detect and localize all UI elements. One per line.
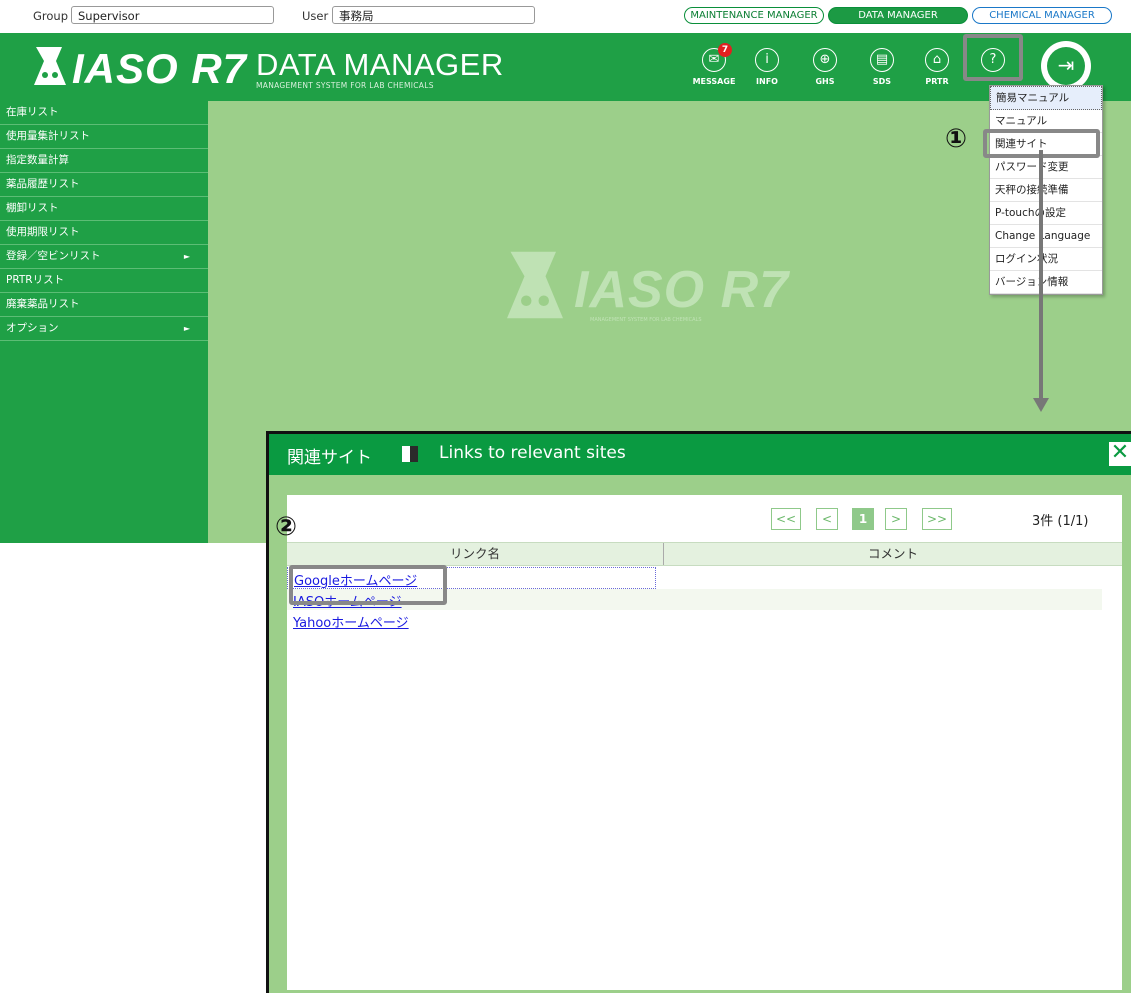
- message-button[interactable]: ✉ 7 MESSAGE: [689, 43, 739, 100]
- flask-mascot-icon: [34, 47, 66, 85]
- background-logo-subtitle: MANAGEMENT SYSTEM FOR LAB CHEMICALS: [590, 317, 702, 323]
- dialog-header: 関連サイト Links to relevant sites ✕: [269, 434, 1131, 475]
- sidebar-item-label: 使用期限リスト: [6, 226, 80, 238]
- group-field[interactable]: Supervisor: [71, 6, 274, 24]
- sidebar-item-label: 指定数量計算: [6, 154, 69, 166]
- app-logo: IASO R7: [72, 45, 248, 92]
- message-caption: MESSAGE: [692, 77, 736, 86]
- sidebar-item-label: オプション: [6, 322, 59, 334]
- pager-current-page[interactable]: 1: [852, 508, 874, 530]
- top-bar: Group Supervisor User 事務局 MAINTENANCE MA…: [0, 0, 1131, 34]
- menu-item-quick-manual[interactable]: 簡易マニュアル: [990, 86, 1102, 110]
- document-icon: ▤: [870, 48, 894, 72]
- split-square-icon: [402, 446, 418, 462]
- prtr-button[interactable]: ⌂ PRTR: [912, 48, 962, 100]
- close-icon[interactable]: ✕: [1109, 442, 1131, 466]
- sidebar-item-disposal[interactable]: 廃棄薬品リスト: [0, 293, 208, 317]
- sidebar-item-designated-quantity[interactable]: 指定数量計算: [0, 149, 208, 173]
- sidebar-item-label: PRTRリスト: [6, 274, 65, 286]
- sidebar-item-chemical-history[interactable]: 薬品履歴リスト: [0, 173, 208, 197]
- submenu-arrow-icon: ►: [183, 252, 190, 261]
- group-label: Group: [33, 9, 69, 23]
- user-label: User: [302, 9, 329, 23]
- sds-button[interactable]: ▤ SDS: [857, 48, 907, 100]
- step-2-marker: ②: [275, 512, 298, 542]
- ghs-button[interactable]: ⊕ GHS: [800, 48, 850, 100]
- maintenance-manager-button[interactable]: MAINTENANCE MANAGER: [684, 7, 824, 24]
- sidebar-item-expiry[interactable]: 使用期限リスト: [0, 221, 208, 245]
- sidebar: 在庫リスト 使用量集計リスト 指定数量計算 薬品履歴リスト 棚卸リスト 使用期限…: [0, 101, 208, 543]
- sidebar-item-inventory[interactable]: 在庫リスト: [0, 101, 208, 125]
- sidebar-item-prtr[interactable]: PRTRリスト: [0, 269, 208, 293]
- logout-button[interactable]: ⇥: [1041, 41, 1091, 91]
- sds-caption: SDS: [872, 77, 892, 86]
- sidebar-item-registration[interactable]: 登録／空ビンリスト ►: [0, 245, 208, 269]
- column-header-comment[interactable]: コメント: [664, 543, 1122, 565]
- table-header: リンク名 コメント: [287, 542, 1122, 566]
- column-header-link-name[interactable]: リンク名: [287, 543, 664, 565]
- app-name: DATA MANAGER: [256, 47, 504, 82]
- related-sites-dialog: 関連サイト Links to relevant sites ✕ << < 1 >…: [266, 431, 1131, 993]
- info-icon: i: [755, 48, 779, 72]
- google-link-highlight: [289, 565, 447, 605]
- submenu-arrow-icon: ►: [183, 324, 190, 333]
- message-badge: 7: [718, 43, 732, 57]
- globe-icon: ⊕: [813, 48, 837, 72]
- sidebar-item-label: 在庫リスト: [6, 106, 59, 118]
- sidebar-item-label: 廃棄薬品リスト: [6, 298, 80, 310]
- link-yahoo[interactable]: Yahooホームページ: [293, 612, 409, 631]
- sidebar-item-label: 登録／空ビンリスト: [6, 250, 101, 262]
- dialog-title-english: Links to relevant sites: [439, 443, 626, 463]
- info-button[interactable]: i INFO: [742, 48, 792, 100]
- pager-first-button[interactable]: <<: [771, 508, 801, 530]
- record-count: 3件 (1/1): [1032, 514, 1089, 529]
- sidebar-item-label: 棚卸リスト: [6, 202, 59, 214]
- prtr-caption: PRTR: [925, 77, 949, 86]
- app-subtitle: MANAGEMENT SYSTEM FOR LAB CHEMICALS: [256, 81, 434, 90]
- sidebar-item-label: 薬品履歴リスト: [6, 178, 80, 190]
- info-caption: INFO: [756, 77, 778, 86]
- table-row[interactable]: Yahooホームページ: [287, 610, 1102, 631]
- help-button-highlight: [963, 34, 1023, 81]
- data-manager-button[interactable]: DATA MANAGER: [828, 7, 968, 24]
- arrow-connector: [1033, 150, 1049, 412]
- header-bar: IASO R7 DATA MANAGER MANAGEMENT SYSTEM F…: [0, 33, 1131, 101]
- sidebar-item-label: 使用量集計リスト: [6, 130, 90, 142]
- pager-next-button[interactable]: >: [885, 508, 907, 530]
- ghs-caption: GHS: [815, 77, 835, 86]
- sidebar-item-stocktaking[interactable]: 棚卸リスト: [0, 197, 208, 221]
- user-field[interactable]: 事務局: [332, 6, 535, 24]
- exit-door-icon: ⇥: [1047, 47, 1085, 85]
- background-logo: IASO R7: [574, 261, 790, 319]
- step-1-marker: ①: [945, 124, 968, 154]
- dialog-title: 関連サイト: [287, 448, 372, 468]
- background-mascot-icon: [507, 251, 563, 319]
- chemical-manager-button[interactable]: CHEMICAL MANAGER: [972, 7, 1112, 24]
- sidebar-item-options[interactable]: オプション ►: [0, 317, 208, 341]
- pager-prev-button[interactable]: <: [816, 508, 838, 530]
- pager-last-button[interactable]: >>: [922, 508, 952, 530]
- sidebar-item-usage-summary[interactable]: 使用量集計リスト: [0, 125, 208, 149]
- factory-icon: ⌂: [925, 48, 949, 72]
